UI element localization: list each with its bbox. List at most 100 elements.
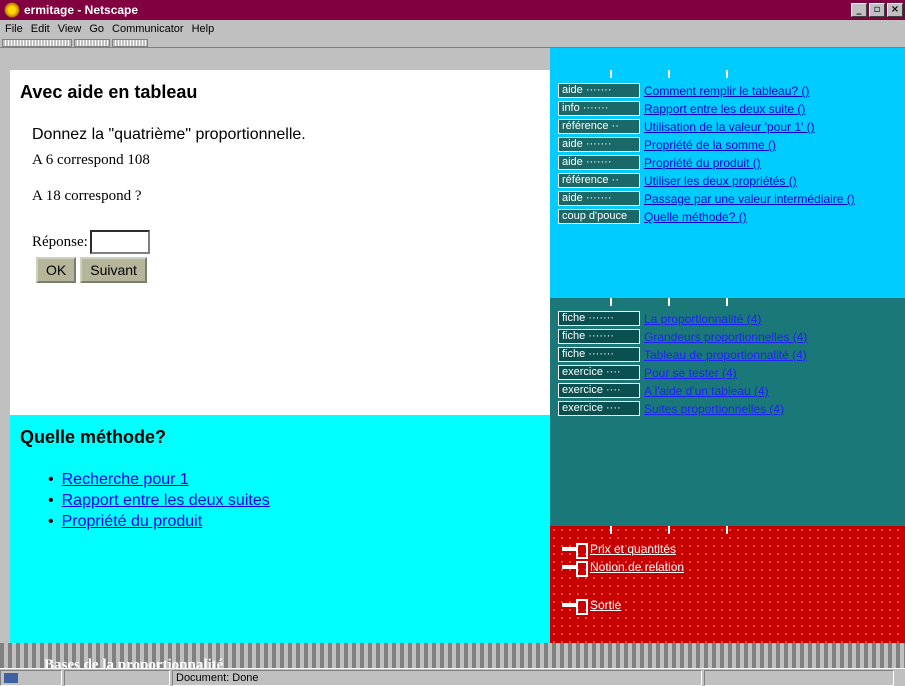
window-title: ermitage - Netscape <box>24 3 139 17</box>
list-item: exercice ···· Pour se tester (4) <box>558 364 898 382</box>
list-item: Propriété du produit <box>48 511 270 532</box>
frame-border <box>0 48 10 643</box>
help-link[interactable]: Passage par une valeur intermédiaire () <box>644 190 855 208</box>
method-list: Recherche pour 1 Rapport entre les deux … <box>48 469 270 532</box>
unknown-line: A 18 correspond ? <box>32 188 142 204</box>
ruler-tick <box>610 298 612 306</box>
resource-link[interactable]: Suites proportionnelles (4) <box>644 400 784 418</box>
help-link[interactable]: Comment remplir le tableau? () <box>644 82 809 100</box>
toolbar-tab[interactable] <box>112 39 148 47</box>
collapsed-toolbars[interactable] <box>0 38 905 48</box>
given-line: A 6 correspond 108 <box>32 152 150 168</box>
list-item: aide ······· Propriété de la somme () <box>558 136 898 154</box>
list-item: coup d'pouce Quelle méthode? () <box>558 208 898 226</box>
tag-label: exercice ···· <box>558 383 640 398</box>
help-link[interactable]: Utilisation de la valeur 'pour 1' () <box>644 118 815 136</box>
component-bar[interactable] <box>704 669 894 686</box>
page-title: Avec aide en tableau <box>20 82 198 102</box>
security-icon <box>4 672 18 683</box>
ruler-tick <box>726 298 728 306</box>
minimize-button[interactable]: _ <box>851 3 867 17</box>
tag-label: référence ·· <box>558 173 640 188</box>
answer-row: Réponse: <box>32 230 150 254</box>
bottom-banner: Bases de la proportionnalité <box>0 643 905 673</box>
help-link[interactable]: Propriété du produit () <box>644 154 761 172</box>
menu-view[interactable]: View <box>55 23 87 35</box>
nav-item: Prix et quantités <box>562 540 684 559</box>
nav-item: Notion de relation <box>562 558 684 577</box>
tag-label: fiche ······· <box>558 311 640 326</box>
nav-link[interactable]: Prix et quantités <box>590 542 676 556</box>
back-arrow-icon <box>562 542 588 559</box>
question-text: Donnez la "quatrième" proportionnelle. <box>32 126 306 143</box>
ruler-tick <box>668 526 670 534</box>
ruler-tick <box>726 70 728 78</box>
exit-arrow-icon <box>562 598 588 615</box>
tag-label: fiche ······· <box>558 329 640 344</box>
resource-link[interactable]: La proportionnalité (4) <box>644 310 761 328</box>
list-item: fiche ······· La proportionnalité (4) <box>558 310 898 328</box>
help-frame: aide ······· Comment remplir le tableau? … <box>550 70 905 298</box>
exit-link[interactable]: Sortie <box>590 598 621 612</box>
tag-label: aide ······· <box>558 137 640 152</box>
tag-label: référence ·· <box>558 119 640 134</box>
list-item: référence ·· Utiliser les deux propriétés… <box>558 172 898 190</box>
ok-button[interactable]: OK <box>36 257 77 283</box>
security-indicator[interactable] <box>0 669 62 686</box>
method-link[interactable]: Propriété du produit <box>62 511 203 532</box>
resources-frame: fiche ······· La proportionnalité (4) fic… <box>550 298 905 526</box>
list-item: Rapport entre les deux suites <box>48 490 270 511</box>
list-item: référence ·· Utilisation de la valeur 'po… <box>558 118 898 136</box>
method-frame: Quelle méthode? Recherche pour 1 Rapport… <box>10 415 550 643</box>
tag-label: aide ······· <box>558 191 640 206</box>
back-arrow-icon <box>562 560 588 577</box>
menu-file[interactable]: File <box>2 23 28 35</box>
menu-help[interactable]: Help <box>189 23 220 35</box>
menu-edit[interactable]: Edit <box>28 23 55 35</box>
tag-label: exercice ···· <box>558 401 640 416</box>
toolbar-tab[interactable] <box>2 39 72 47</box>
frame-border <box>550 48 905 70</box>
list-item: aide ······· Propriété du produit () <box>558 154 898 172</box>
tag-label: aide ······· <box>558 155 640 170</box>
restore-button[interactable]: ▫ <box>869 3 885 17</box>
nav-link[interactable]: Notion de relation <box>590 560 684 574</box>
list-item: exercice ···· Suites proportionnelles (4) <box>558 400 898 418</box>
menu-go[interactable]: Go <box>86 23 109 35</box>
help-link[interactable]: Rapport entre les deux suite () <box>644 100 805 118</box>
method-link[interactable]: Rapport entre les deux suites <box>62 490 270 511</box>
list-item: fiche ······· Tableau de proportionnalité… <box>558 346 898 364</box>
main-frame: Avec aide en tableau Donnez la "quatrièm… <box>10 70 550 415</box>
method-link[interactable]: Recherche pour 1 <box>62 469 189 490</box>
resource-link[interactable]: Pour se tester (4) <box>644 364 737 382</box>
list-item: aide ······· Passage par une valeur inter… <box>558 190 898 208</box>
menu-communicator[interactable]: Communicator <box>109 23 189 35</box>
frame-border <box>10 48 550 70</box>
answer-label: Réponse: <box>32 233 88 250</box>
toolbar-tab[interactable] <box>74 39 110 47</box>
list-item: aide ······· Comment remplir le tableau? … <box>558 82 898 100</box>
ruler-tick <box>668 298 670 306</box>
tag-label: aide ······· <box>558 83 640 98</box>
list-item: fiche ······· Grandeurs proportionnelles … <box>558 328 898 346</box>
ruler-tick <box>610 526 612 534</box>
next-button[interactable]: Suivant <box>80 257 147 283</box>
resource-link[interactable]: A l'aide d'un tableau (4) <box>644 382 769 400</box>
help-link[interactable]: Quelle méthode? () <box>644 208 747 226</box>
resource-link[interactable]: Tableau de proportionnalité (4) <box>644 346 807 364</box>
navigation-frame: Prix et quantités Notion de relation Sor… <box>550 526 905 643</box>
ruler-tick <box>726 526 728 534</box>
progress-cell <box>64 669 170 686</box>
help-link[interactable]: Propriété de la somme () <box>644 136 776 154</box>
close-button[interactable]: × <box>887 3 903 17</box>
list-item: exercice ···· A l'aide d'un tableau (4) <box>558 382 898 400</box>
status-message: Document: Done <box>176 671 259 684</box>
tag-label: fiche ······· <box>558 347 640 362</box>
resource-link[interactable]: Grandeurs proportionnelles (4) <box>644 328 807 346</box>
help-link[interactable]: Utiliser les deux propriétés () <box>644 172 797 190</box>
answer-input[interactable] <box>89 230 150 254</box>
ruler-tick <box>668 70 670 78</box>
title-bar: ermitage - Netscape _ ▫ × <box>0 0 905 20</box>
list-item: Recherche pour 1 <box>48 469 270 490</box>
netscape-icon <box>4 2 20 18</box>
